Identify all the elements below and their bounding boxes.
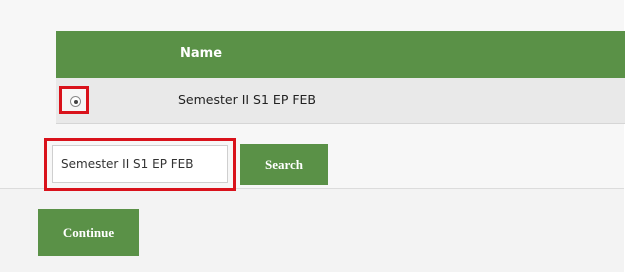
continue-button[interactable]: Continue xyxy=(38,209,139,256)
table-row[interactable]: Semester II S1 EP FEB xyxy=(56,78,625,124)
row-label-semester: Semester II S1 EP FEB xyxy=(178,92,316,107)
column-header-name: Name xyxy=(180,46,223,61)
radio-highlight xyxy=(59,86,89,114)
search-button[interactable]: Search xyxy=(240,144,328,185)
semester-table: Name Semester II S1 EP FEB xyxy=(56,31,625,124)
radio-selected-dot xyxy=(73,99,78,104)
search-input[interactable] xyxy=(52,145,228,183)
table-header: Name xyxy=(56,31,625,78)
semester-radio[interactable] xyxy=(70,96,81,107)
